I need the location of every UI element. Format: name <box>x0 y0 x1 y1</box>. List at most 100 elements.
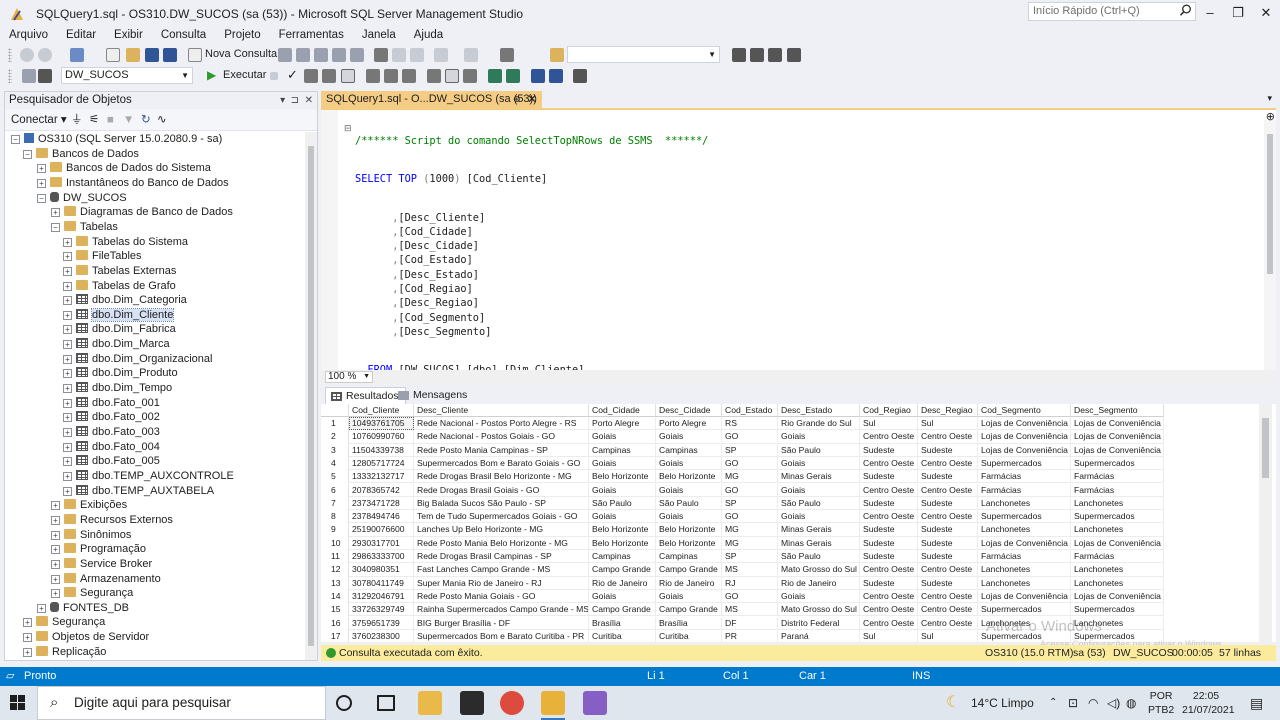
row-number[interactable]: 2 <box>321 430 349 444</box>
grid-cell[interactable]: 2373471728 <box>349 496 414 511</box>
file-explorer-icon[interactable] <box>418 691 442 715</box>
expand-icon[interactable]: + <box>37 178 46 188</box>
grid-cell[interactable]: Big Balada Sucos São Paulo - SP <box>414 496 589 511</box>
collapse-icon[interactable]: − <box>37 193 46 203</box>
tree-node[interactable]: + dbo.Dim_Cliente <box>63 307 175 323</box>
grid-cell[interactable]: Goiais <box>589 456 656 471</box>
grid-cell[interactable]: Centro Oeste <box>860 456 918 471</box>
grid-cell[interactable]: 33726329749 <box>349 603 414 617</box>
row-number[interactable]: 5 <box>321 470 349 484</box>
menu-exibir[interactable]: Exibir <box>105 27 152 43</box>
grid-cell[interactable]: Goiais <box>778 430 860 444</box>
collapse-icon[interactable]: ⊟ <box>344 123 352 134</box>
table-row[interactable]: 14 31292046791 Rede Posto Mania Goiais - G… <box>321 589 1276 604</box>
object-explorer-scrollbar[interactable] <box>305 132 317 660</box>
table-row[interactable]: 10 2930317701 Rede Posto Mania Belo Horizo… <box>321 536 1276 550</box>
change-connection-icon[interactable] <box>38 69 52 83</box>
grid-cell[interactable]: Supermercados <box>978 456 1071 471</box>
tree-node[interactable]: + dbo.Fato_005 <box>63 454 160 469</box>
expand-icon[interactable]: + <box>63 296 72 306</box>
find-icon[interactable] <box>550 48 564 62</box>
grid-cell[interactable]: Campinas <box>589 550 656 564</box>
grid-cell[interactable]: Lanchonetes <box>1071 496 1164 511</box>
volume-icon[interactable]: ◁) <box>1107 686 1120 720</box>
grid-cell[interactable]: Goiais <box>778 589 860 604</box>
grid-cell[interactable]: Campo Grande <box>656 603 722 617</box>
save-all-icon[interactable] <box>163 48 177 62</box>
properties-icon[interactable] <box>732 48 746 62</box>
grid-cell[interactable]: Lojas de Conveniência <box>1071 430 1164 444</box>
table-row[interactable]: 11 29863333700 Rede Drogas Brasil Campinas… <box>321 550 1276 564</box>
expand-icon[interactable]: + <box>63 281 72 291</box>
tab-mensagens[interactable]: Mensagens <box>393 387 473 404</box>
grid-cell[interactable]: Campo Grande <box>589 603 656 617</box>
grid-cell[interactable]: 3040980351 <box>349 563 414 577</box>
grid-cell[interactable]: Mato Grosso do Sul <box>778 603 860 617</box>
table-row[interactable]: 4 12805717724 Supermercados Bom e Barato G… <box>321 456 1276 471</box>
grid-cell[interactable]: 3760238300 <box>349 629 414 642</box>
grid-cell[interactable]: Lojas de Conveniência <box>1071 536 1164 550</box>
grid-cell[interactable]: Brasília <box>656 616 722 630</box>
column-header[interactable]: Cod_Cidade <box>589 404 656 417</box>
grid-cell[interactable]: Belo Horizonte <box>589 470 656 484</box>
grid-cell[interactable]: Supermercados <box>978 603 1071 617</box>
execute-button[interactable]: Executar <box>223 69 266 81</box>
tree-node[interactable]: + Service Broker <box>51 557 152 572</box>
grid-cell[interactable]: Rede Drogas Brasil Belo Horizonte - MG <box>414 470 589 484</box>
restore-button[interactable]: ❐ <box>1228 4 1248 22</box>
grid-cell[interactable]: Goiais <box>589 589 656 604</box>
tree-node[interactable]: + Replicação <box>23 645 106 660</box>
grid-cell[interactable]: Belo Horizonte <box>656 470 722 484</box>
show-hidden-icons[interactable]: ⌃ <box>1049 686 1057 720</box>
grid-cell[interactable]: 13332132717 <box>349 470 414 484</box>
grid-cell[interactable]: Goiais <box>778 456 860 471</box>
grid-cell[interactable]: Sudeste <box>860 576 918 590</box>
grid-cell[interactable]: Goiais <box>589 510 656 524</box>
live-stats-icon[interactable] <box>384 69 398 83</box>
grid-cell[interactable]: 2930317701 <box>349 536 414 550</box>
filter-icon[interactable]: ▼ <box>123 109 134 131</box>
weather-text[interactable]: 14°C Limpo <box>971 686 1034 720</box>
table-row[interactable]: 16 3759651739 BIG Burger Brasília - DF Bras… <box>321 616 1276 630</box>
activity-monitor-icon[interactable]: ∿ <box>157 109 167 131</box>
grid-cell[interactable]: DF <box>722 616 778 630</box>
save-icon[interactable] <box>145 48 159 62</box>
increase-indent-icon[interactable] <box>549 69 563 83</box>
query-type-icon[interactable] <box>350 48 364 62</box>
table-row[interactable]: 9 25190076600 Lanches Up Belo Horizonte - … <box>321 523 1276 537</box>
menu-arquivo[interactable]: Arquivo <box>0 27 57 43</box>
tree-node[interactable]: + Segurança <box>23 615 105 630</box>
grid-cell[interactable]: Campo Grande <box>589 563 656 577</box>
display-plan-icon[interactable] <box>304 69 318 83</box>
grid-cell[interactable]: PR <box>722 629 778 642</box>
grid-cell[interactable]: Centro Oeste <box>918 616 978 630</box>
grid-cell[interactable]: Sudeste <box>860 443 918 457</box>
grid-cell[interactable]: Sudeste <box>918 523 978 537</box>
grid-cell[interactable]: Lanchonetes <box>1071 576 1164 590</box>
grid-cell[interactable]: Farmácias <box>1071 470 1164 484</box>
wifi-icon[interactable]: ◠ <box>1088 686 1098 720</box>
grid-cell[interactable]: MS <box>722 563 778 577</box>
expand-icon[interactable]: + <box>63 252 72 262</box>
grid-cell[interactable]: Rede Drogas Brasil Campinas - SP <box>414 550 589 564</box>
grid-cell[interactable]: MG <box>722 470 778 484</box>
menu-ferramentas[interactable]: Ferramentas <box>270 27 353 43</box>
column-header[interactable]: Cod_Estado <box>722 404 778 417</box>
grid-cell[interactable]: Sudeste <box>918 536 978 550</box>
expand-icon[interactable]: + <box>51 208 60 218</box>
grid-cell[interactable]: Sul <box>860 629 918 642</box>
query-type-icon[interactable] <box>314 48 328 62</box>
grid-cell[interactable]: RJ <box>722 576 778 590</box>
grid-cell[interactable]: 11504339738 <box>349 443 414 457</box>
tree-node[interactable]: + dbo.TEMP_AUXTABELA <box>63 484 214 499</box>
grid-cell[interactable]: Farmácias <box>978 550 1071 564</box>
grid-cell[interactable]: Lanchonetes <box>978 523 1071 537</box>
grid-cell[interactable]: Centro Oeste <box>918 456 978 471</box>
new-query-icon[interactable] <box>188 48 202 62</box>
grid-cell[interactable]: Lojas de Conveniência <box>1071 443 1164 457</box>
menu-consulta[interactable]: Consulta <box>152 27 215 43</box>
grid-cell[interactable]: Distrito Federal <box>778 616 860 630</box>
grid-cell[interactable]: Centro Oeste <box>860 589 918 604</box>
menu-editar[interactable]: Editar <box>57 27 105 43</box>
network-icon[interactable]: ⊡ <box>1068 686 1078 720</box>
